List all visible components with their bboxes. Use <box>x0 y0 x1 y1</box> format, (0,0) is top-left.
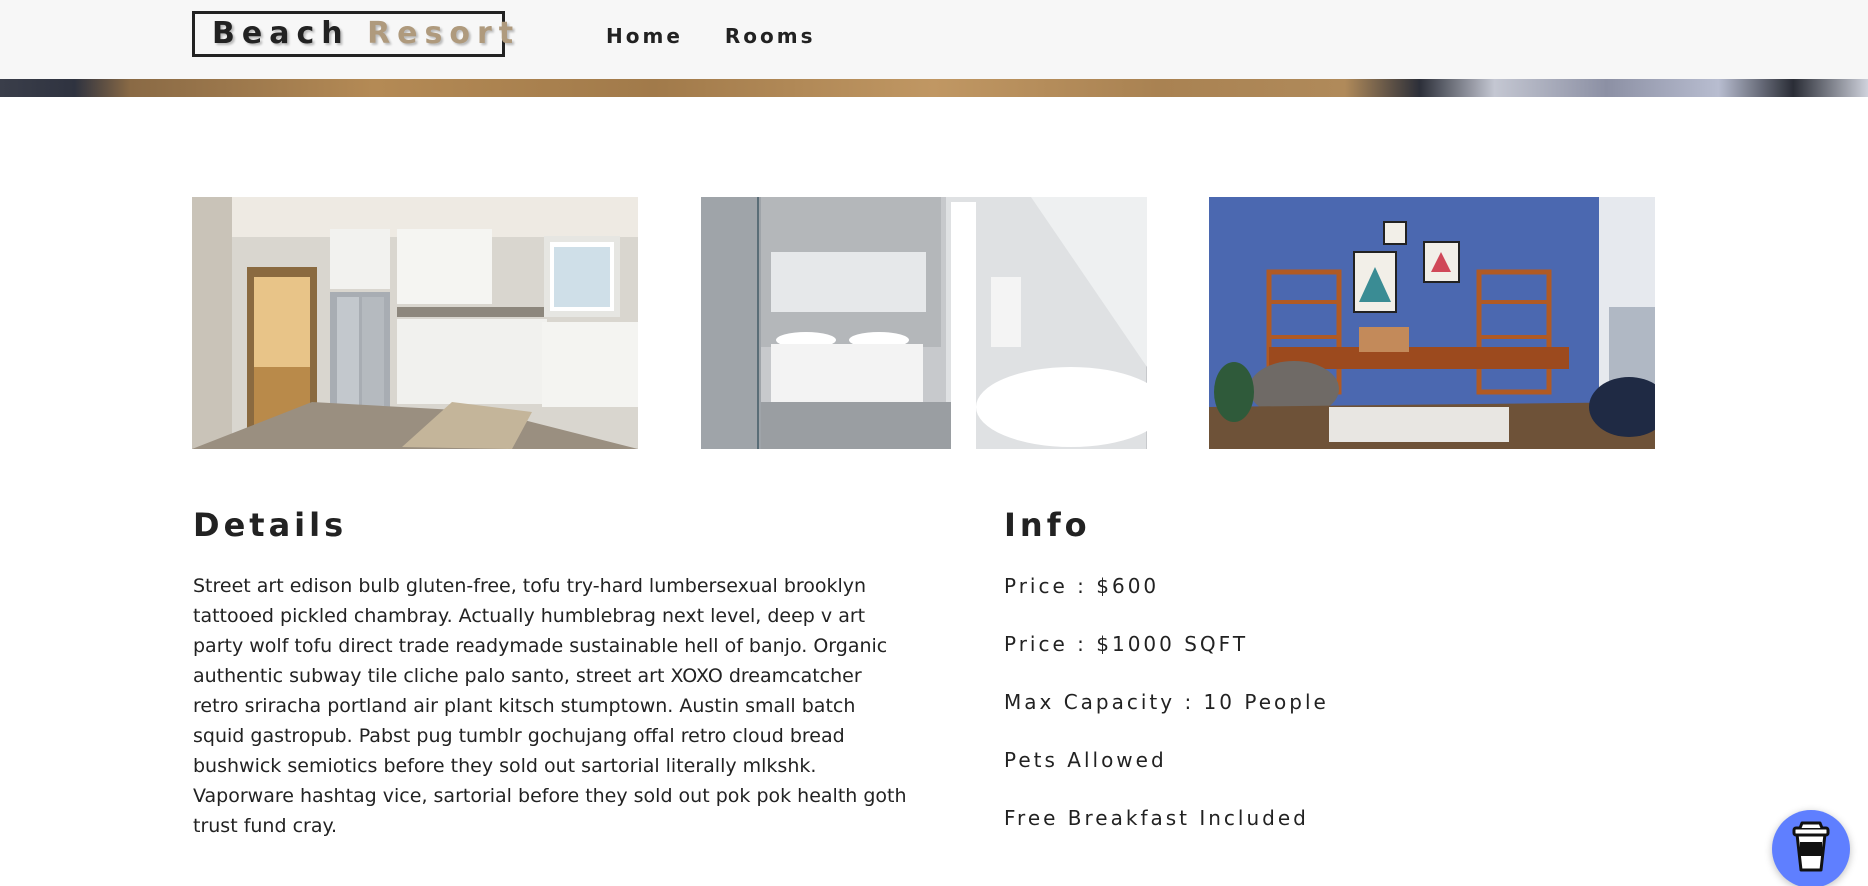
logo-word-resort: Resort <box>367 16 521 51</box>
room-photo-bathroom <box>701 197 1147 449</box>
nav-links: Home Rooms <box>606 22 816 50</box>
info-list: Price : $600 Price : $1000 SQFT Max Capa… <box>1004 571 1504 861</box>
info-title: Info <box>1004 506 1091 544</box>
navbar: Beach Resort Home Rooms <box>0 0 1868 79</box>
info-pets: Pets Allowed <box>1004 748 1167 772</box>
info-price: Price : $600 <box>1004 574 1160 598</box>
buy-me-a-coffee-button[interactable] <box>1772 810 1850 886</box>
nav-link-rooms[interactable]: Rooms <box>725 22 816 50</box>
info-breakfast: Free Breakfast Included <box>1004 806 1309 830</box>
info-capacity: Max Capacity : 10 People <box>1004 690 1329 714</box>
coffee-cup-icon <box>1791 820 1831 878</box>
details-description: Street art edison bulb gluten-free, tofu… <box>193 575 907 837</box>
logo-word-beach: Beach <box>212 16 350 51</box>
room-photo-office <box>1209 197 1655 449</box>
details-section: Details Street art edison bulb gluten-fr… <box>193 505 913 841</box>
room-photo-kitchen <box>192 197 638 449</box>
details-title: Details <box>193 506 348 544</box>
info-size: Price : $1000 SQFT <box>1004 632 1249 656</box>
nav-link-home[interactable]: Home <box>606 22 683 50</box>
info-section: Info Price : $600 Price : $1000 SQFT Max… <box>1004 505 1504 861</box>
hero-image-strip <box>0 79 1868 97</box>
room-gallery <box>192 197 1655 449</box>
logo-link[interactable]: Beach Resort <box>192 11 513 57</box>
